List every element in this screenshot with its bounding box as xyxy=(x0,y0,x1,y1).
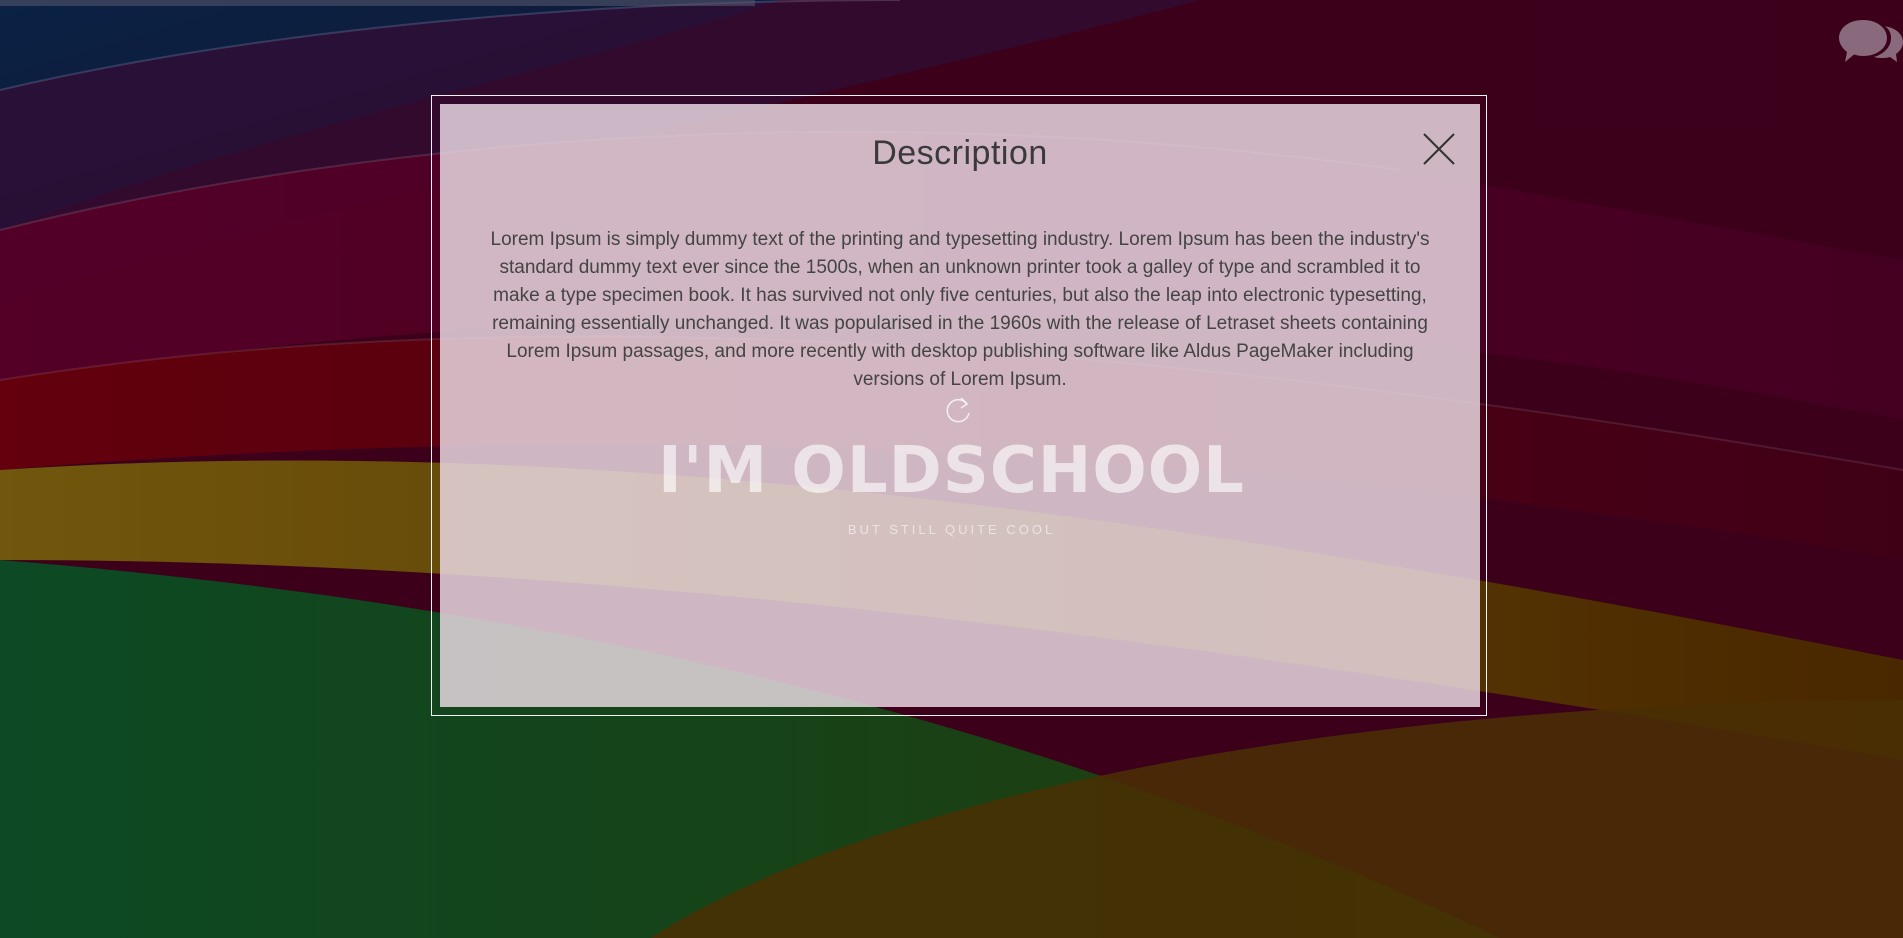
close-icon[interactable] xyxy=(1422,132,1456,166)
reload-icon[interactable] xyxy=(941,394,975,428)
page: Description Lorem Ipsum is simply dummy … xyxy=(0,0,1903,938)
hero-title: I'M OLDSCHOOL xyxy=(658,434,1245,508)
chat-bubbles-icon[interactable] xyxy=(1837,14,1903,70)
top-progress-bar xyxy=(0,0,755,6)
modal-title: Description xyxy=(872,134,1048,172)
hero-subtitle: BUT STILL QUITE COOL xyxy=(847,522,1056,537)
modal-description-text: Lorem Ipsum is simply dummy text of the … xyxy=(490,229,1430,390)
